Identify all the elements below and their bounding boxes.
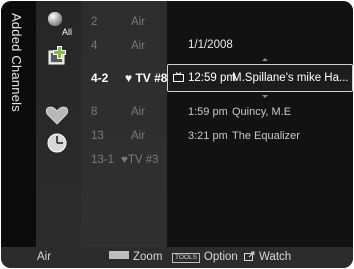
channel-item[interactable]: 13 Air (91, 130, 145, 142)
channel-number: 8 (91, 106, 98, 118)
scroll-down-arrow-icon[interactable] (262, 95, 268, 98)
program-time: 1:59 pm (188, 106, 228, 118)
antenna-label: Air (37, 251, 52, 263)
category-icon-column: All (36, 1, 81, 247)
zoom-button[interactable]: Zoom (109, 251, 162, 263)
program-item[interactable]: 1:59 pm Quincy, M.E (188, 106, 291, 118)
program-date: 1/1/2008 (188, 39, 233, 51)
channel-list-screen: Added Channels All 2 Air 4 Air 4-2 ♥ TV … (1, 1, 353, 268)
program-time: 3:21 pm (188, 130, 228, 142)
zoom-button-icon (109, 251, 129, 259)
watch-label: Watch (259, 251, 292, 263)
program-list: 1/1/2008 12:59 pmM.Spillane's mike Ha...… (167, 1, 353, 247)
all-label: All (62, 27, 72, 37)
program-time: 12:59 pm (188, 72, 236, 84)
enter-icon (244, 251, 255, 264)
programmed-clock-icon[interactable] (45, 131, 69, 160)
channel-item[interactable]: 13-1 ♥TV #3 (91, 154, 159, 166)
program-item[interactable]: 3:21 pm The Equalizer (188, 130, 300, 142)
favorite-heart-icon[interactable] (45, 104, 69, 131)
channel-list-mode-tab: Added Channels (1, 1, 36, 247)
mode-title: Added Channels (9, 13, 24, 112)
tools-badge: TOOLS (172, 253, 200, 263)
option-label: Option (203, 251, 238, 263)
added-channels-icon[interactable] (45, 45, 71, 76)
channel-item[interactable]: 8 Air (91, 106, 145, 118)
channel-item-selected[interactable]: 4-2 ♥ TV #8 ‹ (91, 71, 175, 85)
option-button[interactable]: TOOLS Option (172, 251, 238, 263)
program-title: The Equalizer (232, 130, 300, 142)
scroll-up-arrow-icon[interactable] (262, 58, 268, 61)
zoom-label: Zoom (133, 251, 163, 263)
all-channels-icon[interactable]: All (45, 9, 77, 44)
program-title: Quincy, M.E (232, 106, 292, 118)
channel-number: 13 (91, 130, 104, 142)
channel-name: Air (131, 40, 146, 52)
reserve-timer-icon (173, 72, 184, 85)
channel-name: ♥TV #3 (121, 154, 159, 166)
channel-number: 4 (91, 40, 98, 52)
channel-item[interactable]: 2 Air (91, 16, 145, 28)
program-item-selected[interactable]: 12:59 pmM.Spillane's mike Ha... (173, 72, 349, 85)
watch-button[interactable]: Watch (244, 251, 291, 264)
channel-name: Air (131, 16, 146, 28)
channel-number: 13-1 (91, 154, 115, 166)
channel-item[interactable]: 4 Air (91, 40, 145, 52)
channel-name: Air (131, 106, 146, 118)
channel-number: 4-2 (91, 71, 109, 85)
program-title: M.Spillane's mike Ha... (232, 72, 349, 84)
channel-list: 2 Air 4 Air 4-2 ♥ TV #8 ‹ 8 Air 13 Air 1… (81, 1, 175, 247)
channel-number: 2 (91, 16, 98, 28)
help-bar: Air Zoom TOOLS Option Watch (1, 247, 353, 268)
channel-name: Air (131, 130, 146, 142)
